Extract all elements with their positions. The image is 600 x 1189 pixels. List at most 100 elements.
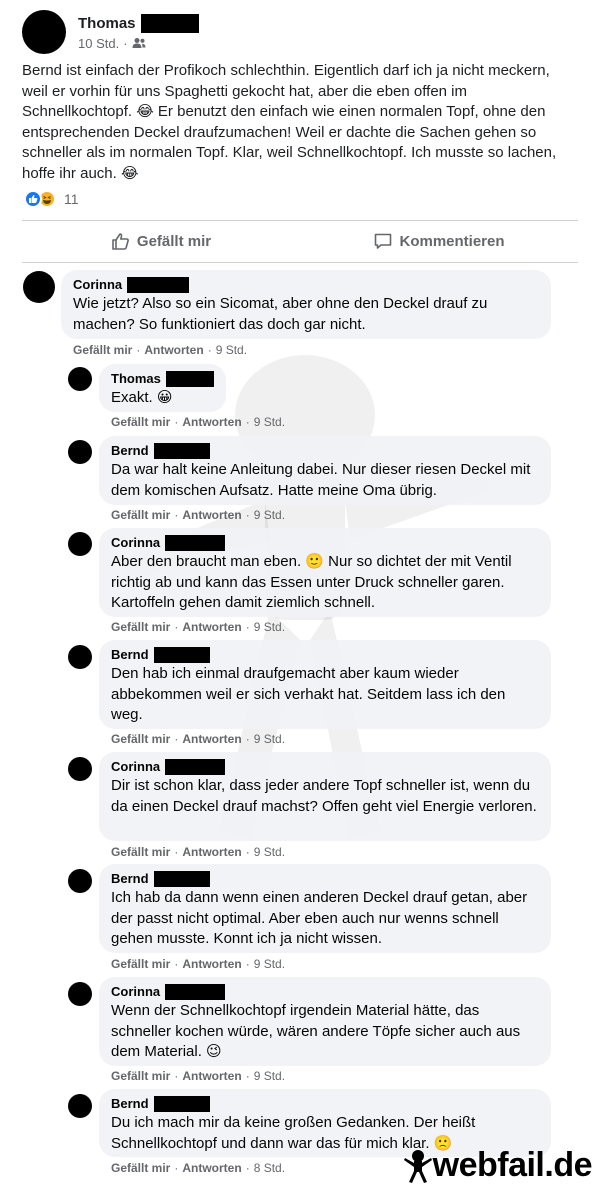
reply-author-row: Corinna xyxy=(111,535,539,551)
reply-like-button[interactable]: Gefällt mir xyxy=(111,620,170,634)
redacted-surname xyxy=(153,1096,210,1112)
reactions-summary[interactable]: 11 xyxy=(24,190,79,208)
reply-author[interactable]: Corinna xyxy=(111,535,160,551)
reply-reply-button[interactable]: Antworten xyxy=(182,415,241,429)
redacted-surname xyxy=(153,443,210,459)
reply-author-row: Corinna xyxy=(111,984,539,1000)
post-author-name[interactable]: Thomas xyxy=(78,15,136,32)
thumbs-up-icon xyxy=(112,233,129,250)
reply-avatar[interactable] xyxy=(68,645,92,669)
webfail-mascot-icon xyxy=(403,1149,432,1183)
comment-author-row: Corinna xyxy=(73,277,539,293)
reply-reply-button[interactable]: Antworten xyxy=(182,957,241,971)
comment-avatar[interactable] xyxy=(23,271,55,303)
reply-reply-button[interactable]: Antworten xyxy=(182,1069,241,1083)
redacted-surname xyxy=(153,647,210,663)
reply-author[interactable]: Corinna xyxy=(111,984,160,1000)
comment-bubble-icon xyxy=(375,233,392,249)
separator-dot: · xyxy=(123,35,128,51)
reply-avatar[interactable] xyxy=(68,869,92,893)
reply-text: Dir ist schon klar, dass jeder andere To… xyxy=(111,777,537,815)
author-avatar[interactable] xyxy=(22,10,66,54)
reply-text: Da war halt keine Anleitung dabei. Nur d… xyxy=(111,461,531,499)
reply-reply-button[interactable]: Antworten xyxy=(182,732,241,746)
comment-actions: Gefällt mir · Antworten · 9 Std. xyxy=(73,343,248,357)
reply-author-row: Corinna xyxy=(111,759,539,775)
redacted-surname xyxy=(127,277,190,293)
reply-reply-button[interactable]: Antworten xyxy=(182,508,241,522)
reply-time[interactable]: 9 Std. xyxy=(254,508,285,522)
reply-avatar[interactable] xyxy=(68,1094,92,1118)
reply-author-row: Bernd xyxy=(111,443,539,459)
post-text: Bernd ist einfach der Profikoch schlecht… xyxy=(22,62,557,182)
reply-author[interactable]: Bernd xyxy=(111,871,149,887)
reply-like-button[interactable]: Gefällt mir xyxy=(111,957,170,971)
reply-author[interactable]: Corinna xyxy=(111,759,160,775)
friends-icon xyxy=(132,38,146,48)
reply-avatar[interactable] xyxy=(68,982,92,1006)
reply-author[interactable]: Bernd xyxy=(111,647,149,663)
comment-text: Wie jetzt? Also so ein Sicomat, aber ohn… xyxy=(73,295,488,333)
post-meta: Thomas 10 Std. · xyxy=(78,13,199,51)
webfail-watermark: webfail.de xyxy=(403,1146,593,1185)
reply-actions: Gefällt mir · Antworten · 9 Std. xyxy=(111,1069,286,1083)
reply-time[interactable]: 9 Std. xyxy=(254,415,285,429)
comment-time[interactable]: 9 Std. xyxy=(216,343,247,357)
post-timestamp-row: 10 Std. · xyxy=(78,36,199,51)
reply-text: Exakt. 😀 xyxy=(111,389,173,406)
reply-time[interactable]: 8 Std. xyxy=(254,1161,285,1175)
reply-avatar[interactable] xyxy=(68,367,92,391)
reply-actions: Gefällt mir · Antworten · 8 Std. xyxy=(111,1161,286,1175)
reply-actions: Gefällt mir · Antworten · 9 Std. xyxy=(111,620,286,634)
redacted-surname xyxy=(153,871,210,887)
author-row: Thomas xyxy=(78,13,199,33)
reply-text: Ich hab da dann wenn einen anderen Decke… xyxy=(111,889,528,947)
reply-bubble: Bernd Ich hab da dann wenn einen anderen… xyxy=(99,864,551,953)
reply-avatar[interactable] xyxy=(68,757,92,781)
redacted-surname xyxy=(165,984,226,1000)
reply-author[interactable]: Bernd xyxy=(111,443,149,459)
reply-author-row: Bernd xyxy=(111,647,539,663)
redacted-surname xyxy=(165,759,226,775)
reply-like-button[interactable]: Gefällt mir xyxy=(111,845,170,859)
comment-button[interactable]: Kommentieren xyxy=(300,221,578,261)
comment-button-label: Kommentieren xyxy=(399,232,505,250)
like-button[interactable]: Gefällt mir xyxy=(22,221,300,261)
reply-author-row: Bernd xyxy=(111,871,539,887)
reply-like-button[interactable]: Gefällt mir xyxy=(111,508,170,522)
reply-avatar[interactable] xyxy=(68,440,92,464)
reply-reply-button[interactable]: Antworten xyxy=(182,620,241,634)
like-button-label: Gefällt mir xyxy=(136,232,212,250)
reply-reply-button[interactable]: Antworten xyxy=(182,1161,241,1175)
reply-time[interactable]: 9 Std. xyxy=(254,732,285,746)
reply-text: Den hab ich einmal draufgemacht aber kau… xyxy=(111,665,506,723)
reply-time[interactable]: 9 Std. xyxy=(254,957,285,971)
reply-actions: Gefällt mir · Antworten · 9 Std. xyxy=(111,508,286,522)
divider-bottom xyxy=(22,262,578,263)
reply-time[interactable]: 9 Std. xyxy=(254,1069,285,1083)
reply-bubble: Thomas Exakt. 😀 xyxy=(99,364,226,412)
reply-reply-button[interactable]: Antworten xyxy=(182,845,241,859)
reply-text: Wenn der Schnellkochtopf irgendein Mater… xyxy=(111,1002,521,1060)
comment-like-button[interactable]: Gefällt mir xyxy=(73,343,132,357)
reply-time[interactable]: 9 Std. xyxy=(254,620,285,634)
reply-bubble: Corinna Dir ist schon klar, dass jeder a… xyxy=(99,752,551,841)
post-time[interactable]: 10 Std. xyxy=(78,36,119,51)
reply-like-button[interactable]: Gefällt mir xyxy=(111,732,170,746)
redacted-surname xyxy=(140,13,199,33)
post-header: Thomas 10 Std. · xyxy=(22,10,199,54)
reply-author-row: Bernd xyxy=(111,1096,539,1112)
reply-bubble: Bernd Den hab ich einmal draufgemacht ab… xyxy=(99,640,551,729)
reply-like-button[interactable]: Gefällt mir xyxy=(111,1069,170,1083)
comment-reply-button[interactable]: Antworten xyxy=(144,343,203,357)
post-action-bar: Gefällt mir Kommentieren xyxy=(22,221,578,261)
comment-author[interactable]: Corinna xyxy=(73,277,122,293)
reply-avatar[interactable] xyxy=(68,532,92,556)
reply-bubble: Corinna Aber den braucht man eben. 🙂 Nur… xyxy=(99,528,551,617)
reply-author[interactable]: Bernd xyxy=(111,1096,149,1112)
watermark-text: webfail.de xyxy=(432,1146,593,1184)
reply-like-button[interactable]: Gefällt mir xyxy=(111,1161,170,1175)
reply-time[interactable]: 9 Std. xyxy=(254,845,285,859)
reply-like-button[interactable]: Gefällt mir xyxy=(111,415,170,429)
reply-author[interactable]: Thomas xyxy=(111,371,161,387)
